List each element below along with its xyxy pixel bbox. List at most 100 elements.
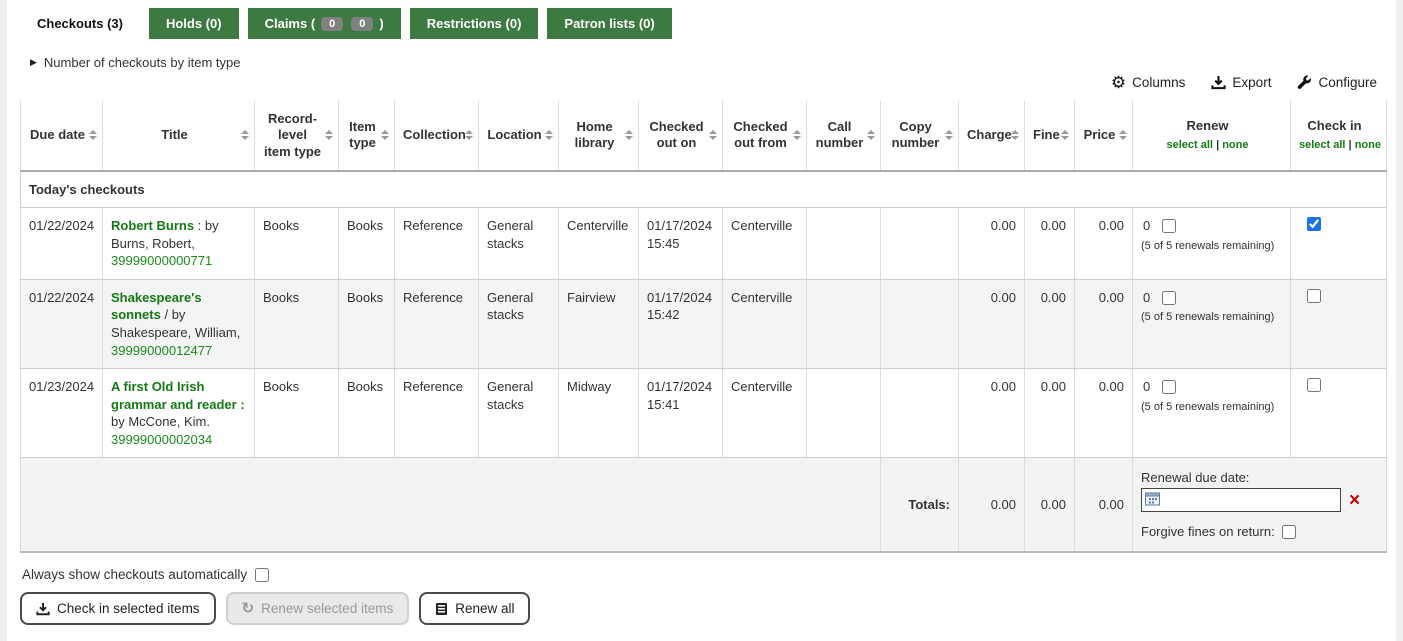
sort-icon: [465, 130, 473, 141]
renewals-remaining-note: (5 of 5 renewals remaining): [1141, 311, 1275, 324]
renew-count: 0: [1143, 218, 1151, 234]
col-header-price[interactable]: Price: [1074, 101, 1133, 172]
col-header-item-type[interactable]: Item type: [338, 101, 395, 172]
cell-location: General stacks: [478, 279, 559, 370]
cell-renew: 0 (5 of 5 renewals remaining): [1132, 207, 1291, 280]
cell-call-number: [806, 368, 881, 459]
export-button[interactable]: Export: [1211, 74, 1271, 91]
sort-icon: [625, 130, 633, 141]
checkout-row: 01/22/2024 Robert Burns : by Burns, Robe…: [20, 207, 1387, 280]
cell-copy-number: [880, 279, 959, 370]
sort-icon: [793, 130, 801, 141]
renewals-remaining-note: (5 of 5 renewals remaining): [1141, 400, 1275, 413]
barcode-link[interactable]: 39999000000771: [111, 252, 212, 270]
barcode-link[interactable]: 39999000012477: [111, 342, 212, 360]
renewal-due-date-input[interactable]: [1141, 488, 1341, 513]
col-header-charge[interactable]: Charge: [958, 101, 1025, 172]
totals-label: Totals:: [880, 457, 959, 554]
tab-claims[interactable]: Claims ( 0 0 ): [247, 8, 401, 39]
col-header-home-library[interactable]: Home library: [558, 101, 639, 172]
checkout-row: 01/22/2024 Shakespeare's sonnets / by Sh…: [20, 279, 1387, 370]
col-header-record-level-item-type[interactable]: Record-level item type: [254, 101, 339, 172]
sort-icon: [381, 130, 389, 141]
renewals-remaining-note: (5 of 5 renewals remaining): [1141, 239, 1275, 252]
sort-icon: [89, 130, 97, 141]
barcode-link[interactable]: 39999000002034: [111, 431, 212, 449]
title-link[interactable]: Shakespeare's sonnets: [111, 290, 202, 323]
calendar-icon: [1145, 492, 1160, 509]
checkin-checkbox[interactable]: [1307, 288, 1321, 303]
cell-item-type: Books: [338, 207, 395, 280]
sort-icon: [241, 130, 249, 141]
col-header-fine[interactable]: Fine: [1024, 101, 1075, 172]
always-show-label: Always show checkouts automatically: [22, 567, 248, 583]
always-show-checkbox[interactable]: [255, 567, 270, 582]
cell-fine: 0.00: [1024, 279, 1075, 370]
cell-record-item-type: Books: [254, 368, 339, 459]
col-header-call-number[interactable]: Call number: [806, 101, 881, 172]
col-header-copy-number[interactable]: Copy number: [880, 101, 959, 172]
checkin-selected-button[interactable]: Check in selected items: [20, 592, 216, 626]
cell-item-type: Books: [338, 368, 395, 459]
columns-button[interactable]: ⚙ Columns: [1111, 74, 1186, 91]
caret-right-icon: ▶: [30, 57, 37, 67]
col-header-location[interactable]: Location: [478, 101, 559, 172]
title-link[interactable]: Robert Burns: [111, 218, 194, 233]
checkouts-by-itemtype-label: Number of checkouts by item type: [43, 55, 241, 70]
renew-selected-button[interactable]: ↻ Renew selected items: [225, 592, 410, 626]
tab-checkouts[interactable]: Checkouts (3): [20, 8, 140, 39]
cell-collection: Reference: [394, 279, 479, 370]
cell-home-library: Midway: [558, 368, 639, 459]
col-header-checked-out-from[interactable]: Checked out from: [722, 101, 807, 172]
cell-price: 0.00: [1074, 368, 1133, 459]
col-header-title[interactable]: Title: [102, 101, 255, 172]
tab-holds[interactable]: Holds (0): [148, 8, 239, 39]
checkin-select-all-link[interactable]: select all: [1299, 139, 1345, 151]
renew-count: 0: [1143, 289, 1151, 305]
export-button-label: Export: [1232, 75, 1272, 90]
cell-location: General stacks: [478, 368, 559, 459]
tab-restrictions[interactable]: Restrictions (0): [409, 8, 539, 39]
wrench-icon: [1297, 75, 1312, 90]
renew-icon: ↻: [241, 600, 255, 618]
action-buttons: Check in selected items ↻ Renew selected…: [20, 592, 1383, 626]
col-header-checked-out-on[interactable]: Checked out on: [638, 101, 723, 172]
tab-patron-lists[interactable]: Patron lists (0): [547, 8, 672, 39]
renew-all-button[interactable]: Renew all: [419, 592, 531, 626]
clear-date-icon[interactable]: ×: [1349, 491, 1360, 510]
configure-button-label: Configure: [1318, 75, 1377, 90]
group-header-todays-checkouts: Today's checkouts: [20, 170, 1387, 209]
cell-price: 0.00: [1074, 207, 1133, 280]
title-link[interactable]: A first Old Irish grammar and reader :: [111, 379, 245, 412]
renew-checkbox[interactable]: [1162, 219, 1177, 234]
checkouts-table: Due date Title Record-level item type It…: [20, 101, 1387, 554]
totals-row: Totals: 0.00 0.00 0.00 Renewal due date:…: [20, 457, 1387, 554]
sort-icon: [945, 130, 953, 141]
tab-claims-label: Claims (: [264, 16, 316, 31]
checkin-checkbox[interactable]: [1307, 217, 1321, 232]
claims-badge-2: 0: [351, 16, 374, 31]
cell-title: A first Old Irish grammar and reader : b…: [102, 368, 255, 459]
renew-select-all-link[interactable]: select all: [1167, 139, 1213, 151]
forgive-fines-checkbox[interactable]: [1281, 524, 1296, 539]
cell-item-type: Books: [338, 279, 395, 370]
cell-title: Robert Burns : by Burns, Robert, 3999900…: [102, 207, 255, 280]
configure-button[interactable]: Configure: [1297, 74, 1377, 91]
cell-charge: 0.00: [958, 368, 1025, 459]
sort-icon: [545, 130, 553, 141]
gear-icon: ⚙: [1110, 73, 1127, 92]
renew-select-none-link[interactable]: none: [1222, 139, 1248, 151]
checkin-select-none-link[interactable]: none: [1355, 139, 1381, 151]
cell-charge: 0.00: [958, 207, 1025, 280]
cell-due-date: 01/22/2024: [20, 279, 103, 370]
tab-patron-lists-label: Patron lists (0): [564, 16, 655, 31]
cell-charge: 0.00: [958, 279, 1025, 370]
renew-checkbox[interactable]: [1162, 379, 1177, 394]
renew-checkbox[interactable]: [1162, 290, 1177, 305]
checkouts-by-itemtype-toggle[interactable]: ▶ Number of checkouts by item type: [30, 55, 1381, 70]
col-header-due-date[interactable]: Due date: [20, 101, 103, 172]
checkin-checkbox[interactable]: [1307, 378, 1321, 393]
tab-holds-label: Holds (0): [165, 16, 222, 31]
cell-title: Shakespeare's sonnets / by Shakespeare, …: [102, 279, 255, 370]
col-header-collection[interactable]: Collection: [394, 101, 479, 172]
